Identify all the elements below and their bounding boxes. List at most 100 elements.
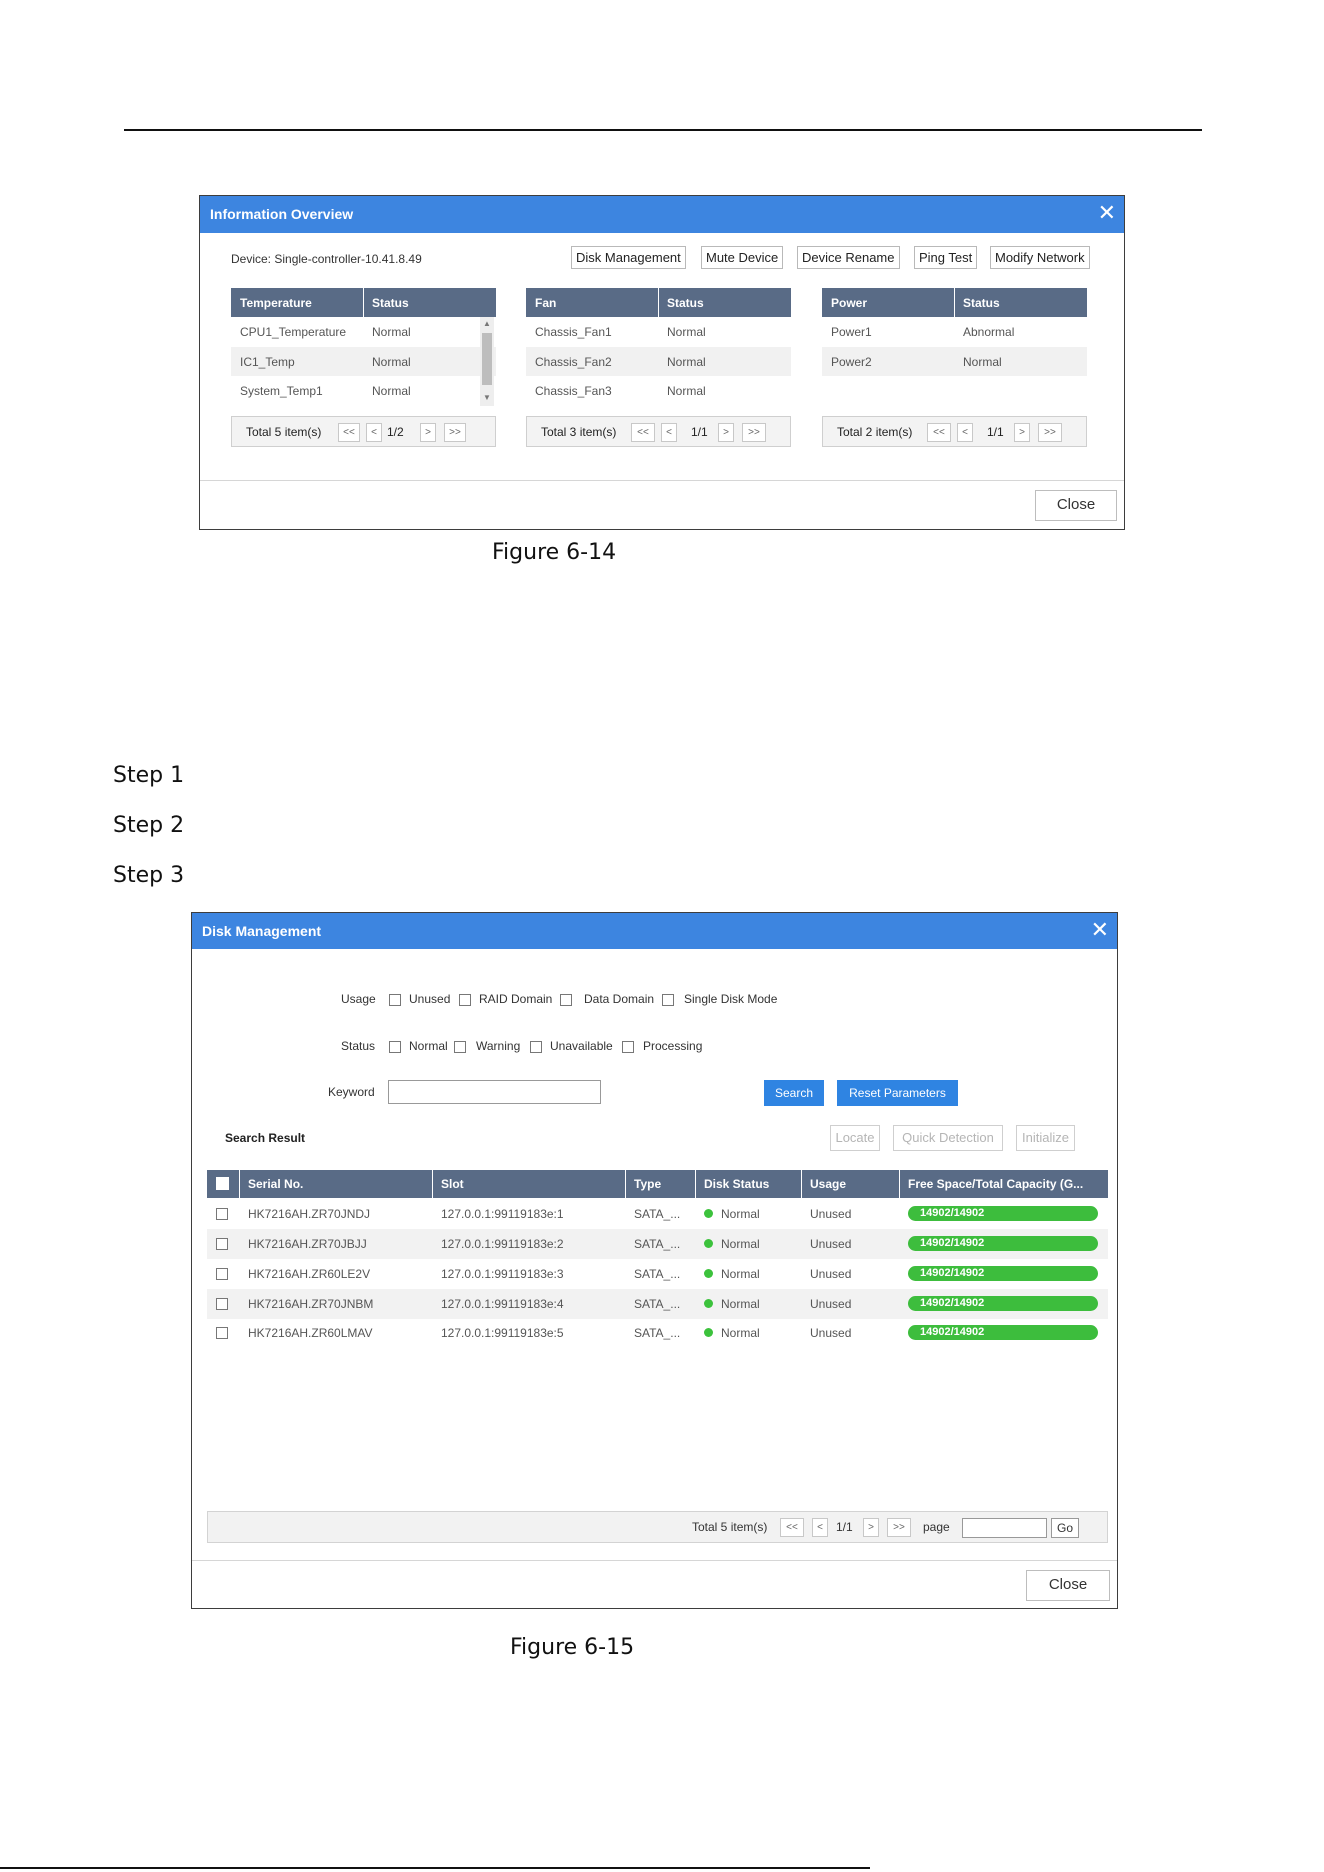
search-button[interactable]: Search [764,1080,824,1106]
select-all-checkbox[interactable] [216,1177,229,1190]
last-page-button[interactable]: >> [887,1518,911,1537]
first-page-button[interactable]: << [338,423,360,442]
usage-label: Usage [341,992,376,1006]
usage-single-disk-checkbox[interactable] [662,994,674,1006]
modify-network-button[interactable]: Modify Network [990,246,1090,269]
status-unavailable-checkbox[interactable] [530,1041,542,1053]
dialog-title: Information Overview [210,206,354,222]
page-number-input[interactable] [962,1518,1047,1538]
first-page-button[interactable]: << [927,423,951,442]
slot: 127.0.0.1:99119183e:2 [441,1237,564,1251]
scrollbar[interactable]: ▲ ▼ [480,317,494,406]
slot: 127.0.0.1:99119183e:3 [441,1267,564,1281]
usage-unused-checkbox[interactable] [389,994,401,1006]
figure-caption: Figure 6-15 [510,1635,635,1660]
usage-unused-label: Unused [409,992,451,1006]
usage-raid-domain-checkbox[interactable] [459,994,471,1006]
row-checkbox[interactable] [216,1208,228,1220]
fan-name: Chassis_Fan3 [535,384,612,398]
prev-page-button[interactable]: < [366,423,382,442]
keyword-input[interactable] [388,1080,601,1104]
disk-table-pager: Total 5 item(s) << < 1/1 > >> page Go [207,1511,1108,1543]
scroll-thumb[interactable] [482,333,492,385]
capacity-bar: 14902/14902 [908,1206,1098,1221]
device-rename-button[interactable]: Device Rename [797,246,900,269]
reset-parameters-button[interactable]: Reset Parameters [837,1080,958,1106]
usage-data-domain-label: Data Domain [584,992,655,1006]
status-dot-icon [704,1209,713,1218]
close-button[interactable]: Close [1035,490,1117,521]
table-row[interactable]: HK7216AH.ZR70JBJJ 127.0.0.1:99119183e:2 … [207,1229,1108,1259]
status-label: Status [341,1039,376,1053]
power-name: Power1 [831,325,872,339]
status-normal-checkbox[interactable] [389,1041,401,1053]
column-header: Status [372,296,409,310]
table-row: Chassis_Fan3 Normal [526,376,791,406]
last-page-button[interactable]: >> [742,423,766,442]
step-label: Step 1 [113,763,185,788]
table-row[interactable]: HK7216AH.ZR70JNDJ 127.0.0.1:99119183e:1 … [207,1199,1108,1229]
table-row: Power1 Abnormal [822,317,1087,347]
fan-status: Normal [667,325,706,339]
row-checkbox[interactable] [216,1298,228,1310]
column-header: Type [634,1177,662,1191]
disk-management-button[interactable]: Disk Management [571,246,686,269]
last-page-button[interactable]: >> [444,423,466,442]
page-indicator: 1/2 [387,425,404,439]
page-indicator: 1/1 [987,425,1004,439]
disk-type: SATA_... [634,1267,681,1281]
power-pager: Total 2 item(s) << < 1/1 > >> [822,416,1087,447]
status-warning-checkbox[interactable] [454,1041,466,1053]
prev-page-button[interactable]: < [812,1518,828,1537]
table-row[interactable]: HK7216AH.ZR60LE2V 127.0.0.1:99119183e:3 … [207,1259,1108,1289]
pager-total: Total 3 item(s) [541,425,617,439]
row-checkbox[interactable] [216,1238,228,1250]
power-status: Normal [963,354,1002,369]
go-button[interactable]: Go [1051,1518,1079,1538]
last-page-button[interactable]: >> [1038,423,1062,442]
row-checkbox[interactable] [216,1327,228,1339]
locate-button[interactable]: Locate [830,1125,880,1151]
next-page-button[interactable]: > [863,1518,879,1537]
next-page-button[interactable]: > [420,423,436,442]
table-row[interactable]: HK7216AH.ZR70JNBM 127.0.0.1:99119183e:4 … [207,1289,1108,1319]
disk-type: SATA_... [634,1297,681,1311]
page-bottom-rule [0,1867,870,1869]
sensor-status: Normal [372,384,411,398]
mute-device-button[interactable]: Mute Device [701,246,784,269]
sensor-status: Normal [372,325,411,339]
table-header: Temperature Status [231,288,496,317]
next-page-button[interactable]: > [718,423,734,442]
prev-page-button[interactable]: < [661,423,677,442]
next-page-button[interactable]: > [1014,423,1030,442]
disk-status: Normal [721,1207,760,1221]
fan-table: Fan Status Chassis_Fan1 Normal Chassis_F… [526,288,791,406]
ping-test-button[interactable]: Ping Test [914,246,978,269]
sensor-status: Normal [372,354,411,369]
first-page-button[interactable]: << [631,423,655,442]
usage-data-domain-checkbox[interactable] [560,994,572,1006]
serial-no: HK7216AH.ZR60LE2V [248,1267,371,1281]
disk-status: Normal [721,1267,760,1281]
scroll-up-icon[interactable]: ▲ [483,319,491,328]
usage: Unused [810,1267,852,1281]
dialog-title: Disk Management [202,923,322,939]
close-icon[interactable]: ✕ [1098,201,1116,225]
column-header: Slot [441,1177,464,1191]
row-checkbox[interactable] [216,1268,228,1280]
usage: Unused [810,1207,852,1221]
initialize-button[interactable]: Initialize [1016,1125,1075,1151]
capacity-bar: 14902/14902 [908,1325,1098,1340]
quick-detection-button[interactable]: Quick Detection [893,1125,1003,1151]
dialog-footer: Close [200,480,1124,529]
table-row[interactable]: HK7216AH.ZR60LMAV 127.0.0.1:99119183e:5 … [207,1318,1108,1348]
prev-page-button[interactable]: < [957,423,973,442]
first-page-button[interactable]: << [780,1518,804,1537]
power-name: Power2 [831,354,872,369]
close-icon[interactable]: ✕ [1091,918,1109,942]
scroll-down-icon[interactable]: ▼ [483,393,491,402]
table-row: Chassis_Fan2 Normal [526,346,791,376]
close-button[interactable]: Close [1026,1570,1110,1601]
page-label: page [923,1520,950,1534]
status-processing-checkbox[interactable] [622,1041,634,1053]
